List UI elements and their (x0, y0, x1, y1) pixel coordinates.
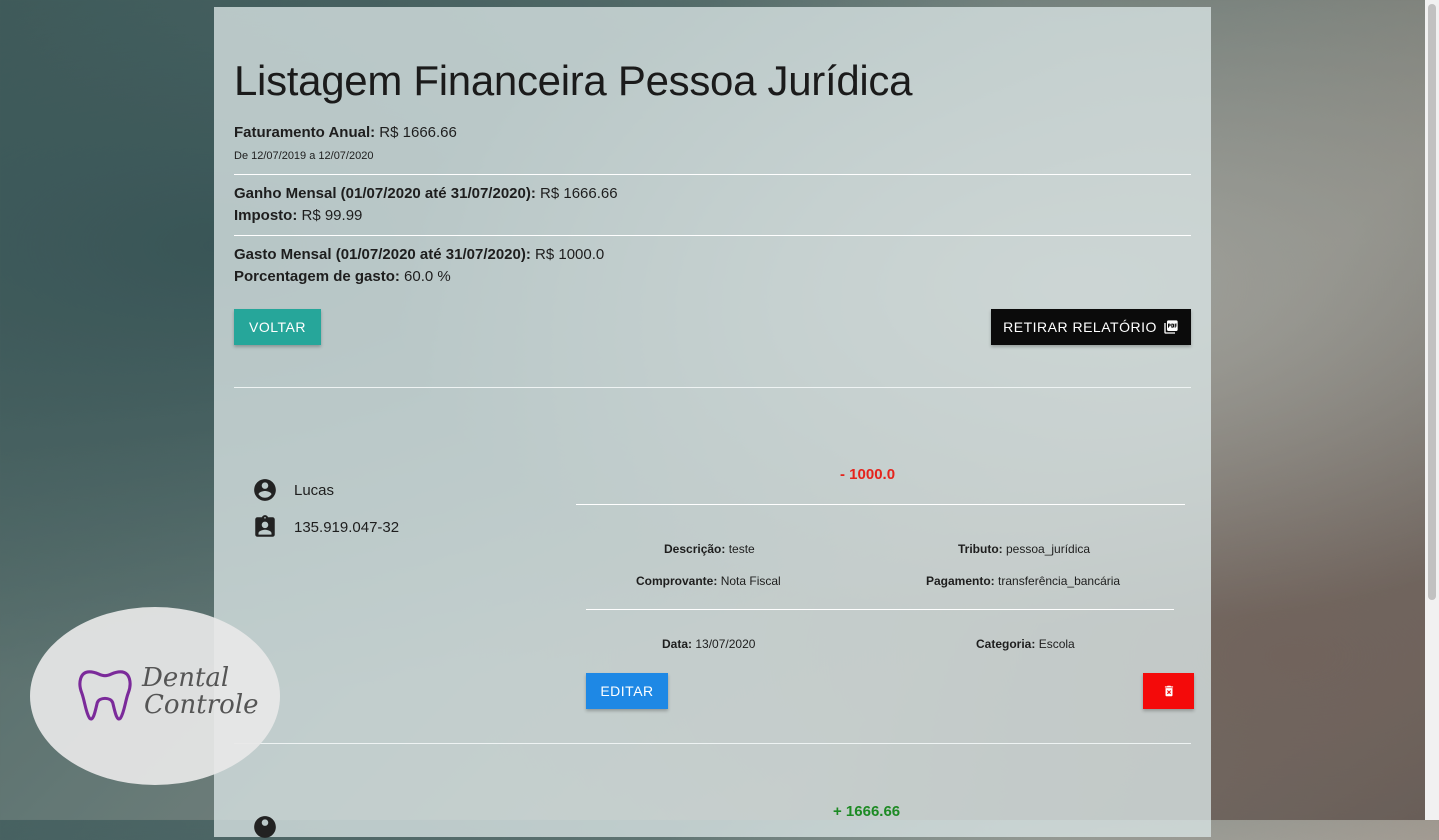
account-circle-icon (254, 479, 276, 501)
entry-document: 135.919.047-32 (252, 514, 399, 540)
scrollbar[interactable] (1425, 0, 1439, 820)
spend-percentage: Porcentagem de gasto: 60.0 % (234, 268, 451, 285)
content-panel: Listagem Financeira Pessoa Jurídica Fatu… (214, 7, 1211, 838)
divider (234, 743, 1191, 744)
annual-period: De 12/07/2019 a 12/07/2020 (234, 150, 374, 162)
entry-document-number: 135.919.047-32 (294, 518, 400, 536)
tax: Imposto: R$ 99.99 (234, 207, 363, 224)
monthly-spend: Gasto Mensal (01/07/2020 até 31/07/2020)… (234, 246, 605, 263)
pdf-icon (1164, 320, 1178, 334)
entry-category: Categoria: Escola (976, 637, 1075, 651)
entry-payment: Pagamento: transferência_bancária (926, 574, 1121, 588)
scrollbar-thumb[interactable] (1428, 4, 1436, 600)
entry-date: Data: 13/07/2020 (662, 637, 756, 651)
report-button-label: RETIRAR RELATÓRIO (1003, 319, 1157, 335)
divider (576, 504, 1185, 505)
divider (234, 387, 1191, 388)
annual-revenue: Faturamento Anual: R$ 1666.66 (234, 124, 457, 141)
entry-tax-type: Tributo: pessoa_jurídica (958, 542, 1091, 556)
dental-controle-logo[interactable]: Dental Controle (30, 607, 280, 785)
entry-description: Descrição: teste (664, 542, 755, 556)
entry-receipt: Comprovante: Nota Fiscal (636, 574, 781, 588)
entry-amount: - 1000.0 (840, 466, 896, 483)
divider (234, 235, 1191, 236)
trash-icon (1164, 685, 1173, 697)
account-circle-icon (254, 816, 276, 838)
tooth-icon (78, 670, 132, 721)
entry-person: Lucas (252, 477, 334, 503)
monthly-gain: Ganho Mensal (01/07/2020 até 31/07/2020)… (234, 185, 618, 202)
logo-text: Dental Controle (142, 663, 259, 720)
divider (234, 174, 1191, 175)
page-title: Listagem Financeira Pessoa Jurídica (234, 57, 913, 104)
report-button[interactable]: RETIRAR RELATÓRIO (991, 309, 1191, 345)
entry-amount: + 1666.66 (833, 803, 901, 820)
edit-button[interactable]: EDITAR (586, 673, 668, 709)
divider (586, 609, 1174, 610)
badge-id-icon (255, 515, 275, 537)
entry-person-name: Lucas (294, 481, 335, 499)
back-button[interactable]: VOLTAR (234, 309, 321, 345)
delete-button[interactable] (1143, 673, 1194, 709)
